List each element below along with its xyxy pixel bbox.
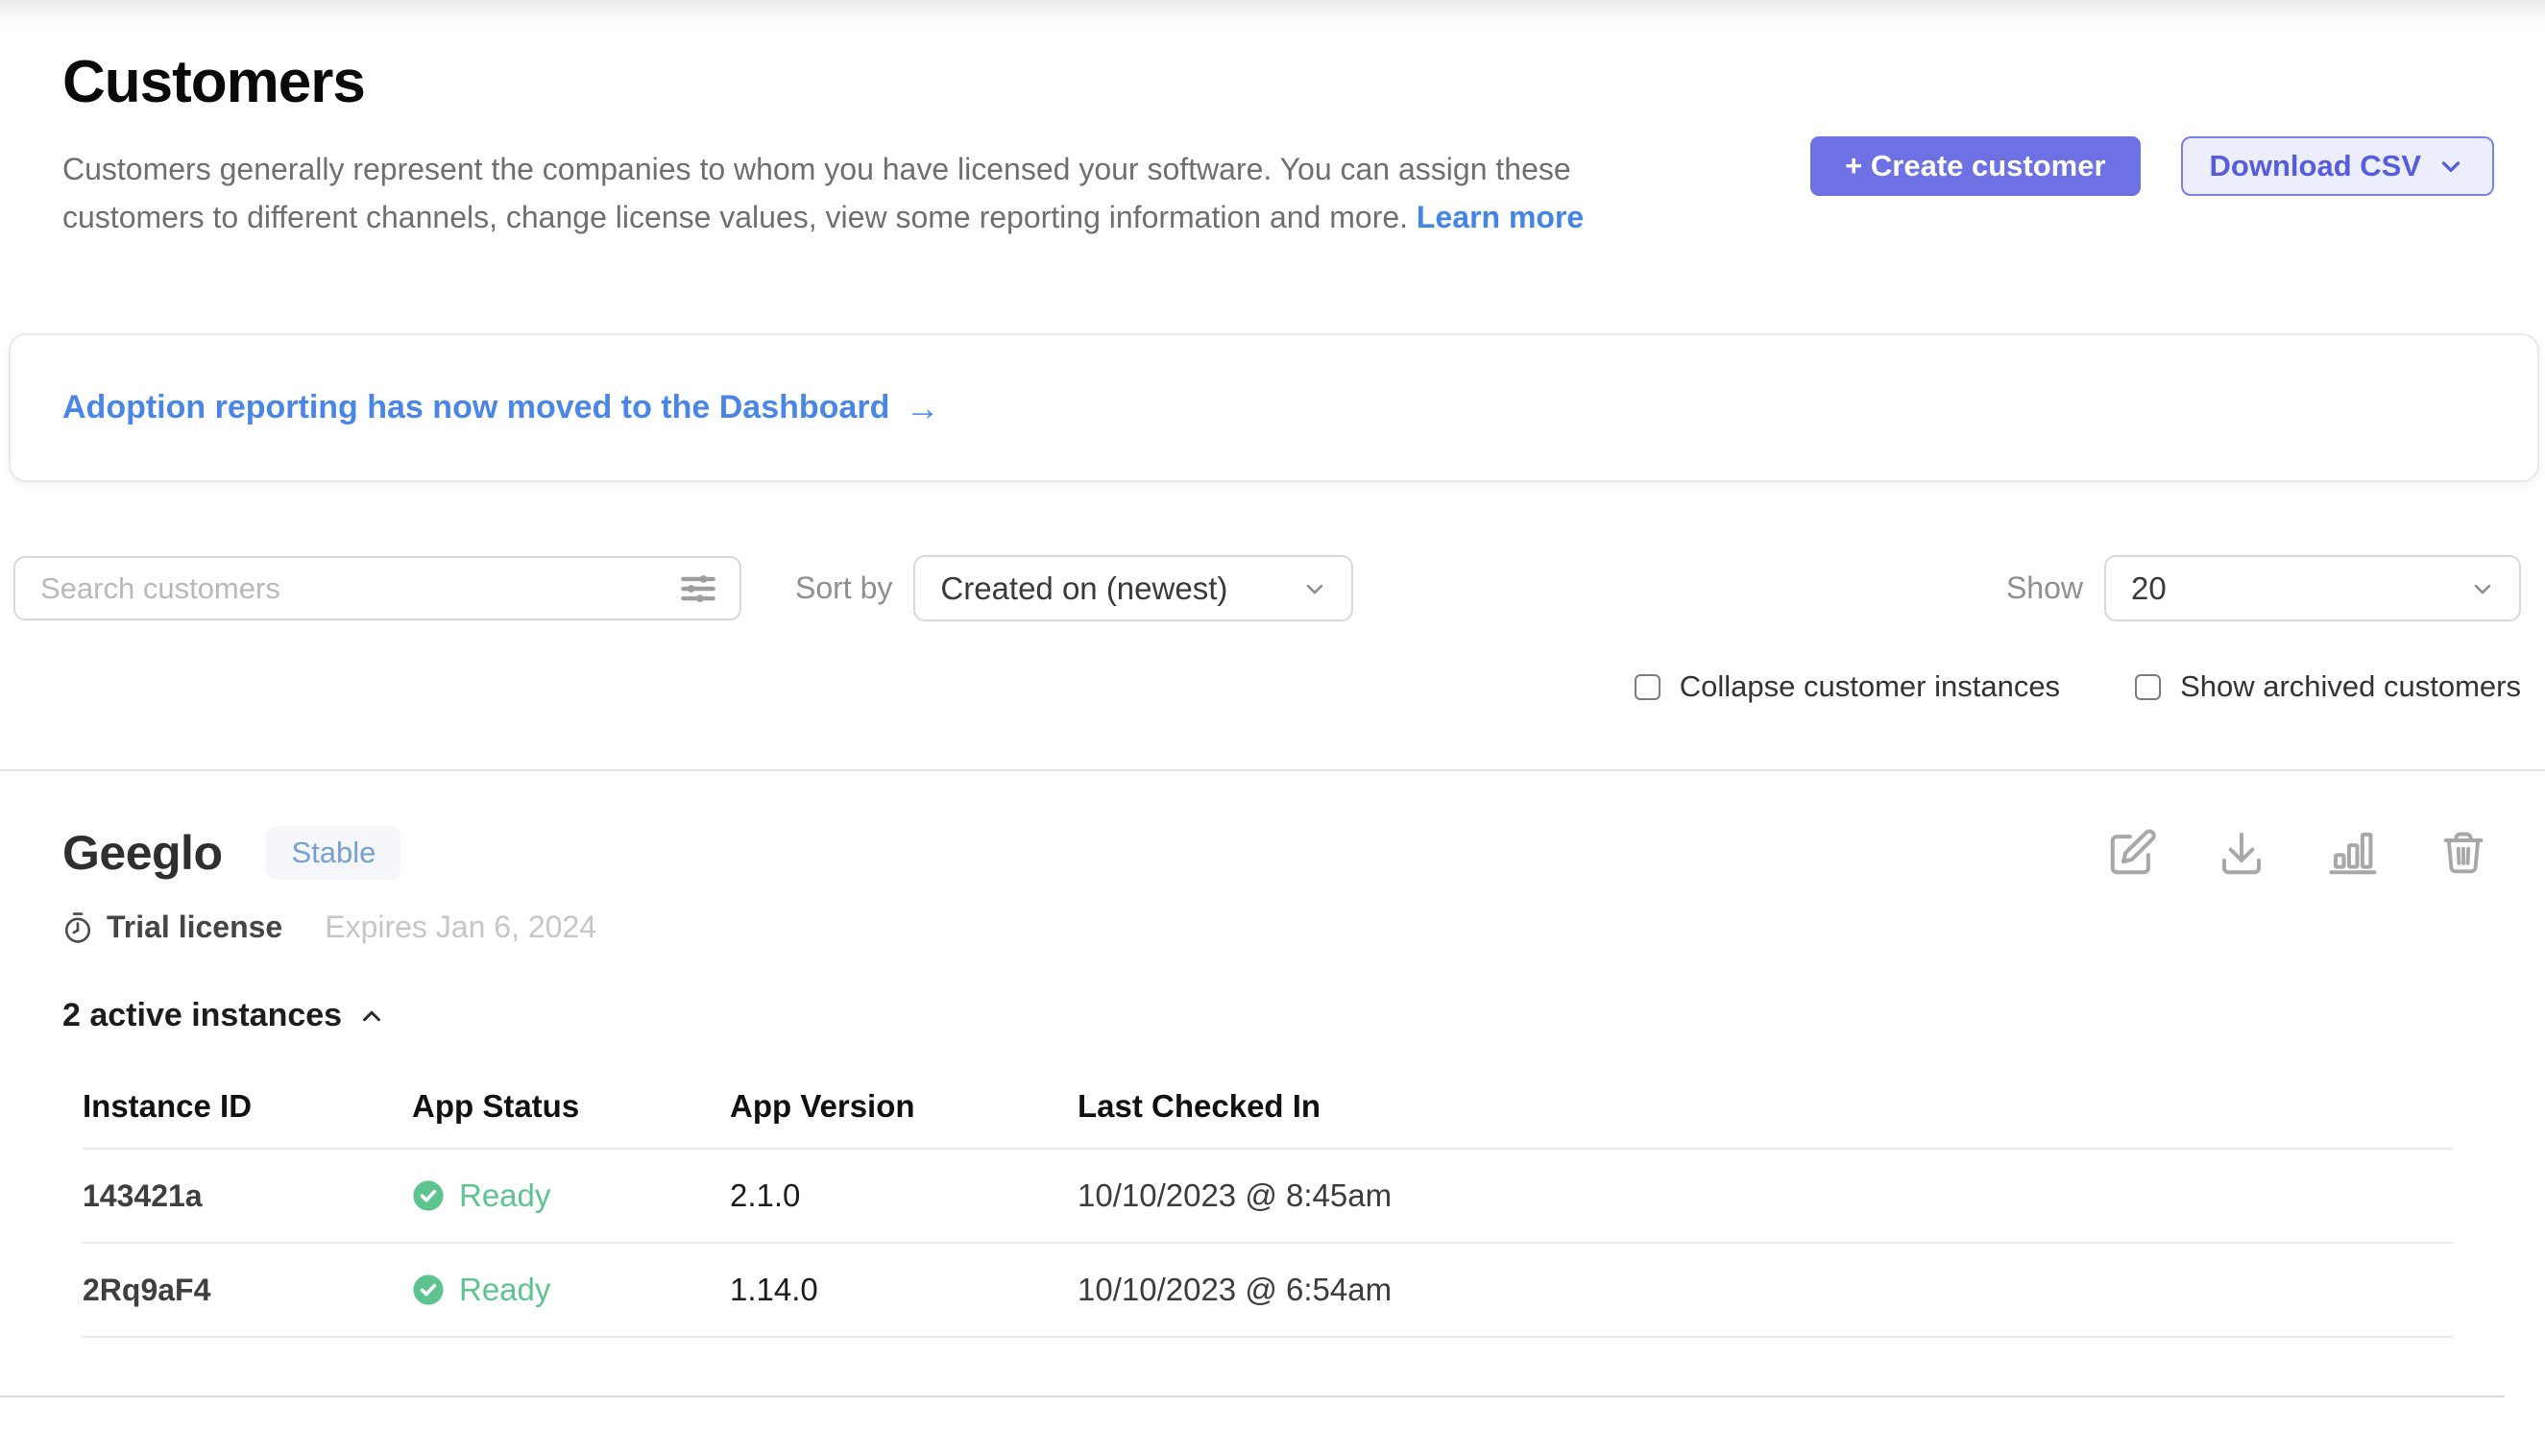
chevron-down-icon: [2469, 575, 2496, 602]
show-archived-label: Show archived customers: [2180, 669, 2521, 704]
app-status-cell: Ready: [412, 1272, 730, 1308]
customer-header: Geeglo Stable: [62, 825, 2545, 881]
filter-toolbar: Sort by Created on (newest) Show 20: [13, 555, 2521, 621]
last-checked-in-cell: 10/10/2023 @ 6:54am: [1078, 1272, 2453, 1308]
section-divider: [0, 769, 2545, 771]
col-header-app-status: App Status: [412, 1088, 730, 1125]
license-expiry: Expires Jan 6, 2024: [325, 910, 596, 945]
col-header-instance-id: Instance ID: [83, 1088, 412, 1125]
instances-toggle[interactable]: 2 active instances: [62, 997, 2545, 1034]
col-header-app-version: App Version: [730, 1088, 1078, 1125]
sort-by-label: Sort by: [795, 570, 892, 606]
stopwatch-icon: [62, 911, 93, 944]
view-options-row: Collapse customer instances Show archive…: [0, 669, 2521, 704]
instance-id-cell: 2Rq9aF4: [83, 1273, 412, 1308]
app-status-label: Ready: [459, 1177, 550, 1214]
table-row[interactable]: 143421a Ready 2.1.0 10/10/2023 @ 8:45am: [83, 1150, 2453, 1244]
last-checked-in-cell: 10/10/2023 @ 8:45am: [1078, 1177, 2453, 1214]
adoption-reporting-banner[interactable]: Adoption reporting has now moved to the …: [9, 333, 2539, 482]
show-archived-option[interactable]: Show archived customers: [2135, 669, 2521, 704]
license-type: Trial license: [107, 910, 282, 945]
channel-badge: Stable: [266, 826, 400, 880]
instance-id-cell: 143421a: [83, 1178, 412, 1214]
customer-actions: [2106, 827, 2488, 879]
search-input[interactable]: [40, 571, 676, 606]
collapse-instances-option[interactable]: Collapse customer instances: [1635, 669, 2060, 704]
customer-name[interactable]: Geeglo: [62, 825, 222, 881]
edit-icon[interactable]: [2106, 827, 2158, 879]
show-count-value: 20: [2131, 570, 2167, 607]
instances-table-header: Instance ID App Status App Version Last …: [83, 1088, 2453, 1150]
show-count-select[interactable]: 20: [2104, 555, 2521, 621]
sort-by-value: Created on (newest): [940, 570, 1227, 607]
app-status-cell: Ready: [412, 1177, 730, 1214]
search-box: [13, 556, 741, 620]
app-version-cell: 1.14.0: [730, 1272, 1078, 1308]
app-version-cell: 2.1.0: [730, 1177, 1078, 1214]
instances-table: Instance ID App Status App Version Last …: [83, 1088, 2453, 1338]
bar-chart-icon[interactable]: [2325, 827, 2381, 879]
download-icon[interactable]: [2216, 827, 2267, 879]
page-description: Customers generally represent the compan…: [62, 145, 1599, 241]
sort-by-select[interactable]: Created on (newest): [913, 555, 1353, 621]
download-csv-label: Download CSV: [2210, 149, 2421, 183]
download-csv-button[interactable]: Download CSV: [2181, 136, 2494, 196]
customer-card: Geeglo Stable Trial license Expires Jan …: [0, 825, 2545, 1338]
collapse-instances-checkbox[interactable]: [1635, 674, 1660, 700]
show-label: Show: [2006, 570, 2083, 606]
chevron-down-icon: [2436, 152, 2465, 181]
bottom-divider: [0, 1395, 2505, 1397]
instances-toggle-label: 2 active instances: [62, 997, 342, 1034]
banner-text: Adoption reporting has now moved to the …: [62, 389, 889, 426]
page-description-text: Customers generally represent the compan…: [62, 152, 1571, 234]
chevron-up-icon: [357, 1002, 386, 1031]
collapse-instances-label: Collapse customer instances: [1680, 669, 2060, 704]
header-actions: + Create customer Download CSV: [1810, 136, 2494, 196]
page-header: Customers Customers generally represent …: [0, 0, 2545, 241]
check-circle-icon: [412, 1179, 445, 1212]
app-status-label: Ready: [459, 1272, 550, 1308]
learn-more-link[interactable]: Learn more: [1417, 200, 1584, 234]
chevron-down-icon: [1301, 575, 1328, 602]
create-customer-button[interactable]: + Create customer: [1810, 136, 2140, 196]
show-archived-checkbox[interactable]: [2135, 674, 2161, 700]
trash-icon[interactable]: [2438, 827, 2488, 879]
page-title: Customers: [62, 48, 1599, 116]
col-header-last-checked-in: Last Checked In: [1078, 1088, 2453, 1125]
filter-sliders-icon[interactable]: [676, 568, 720, 610]
header-text-block: Customers Customers generally represent …: [62, 48, 1599, 241]
arrow-right-icon: →: [905, 388, 939, 428]
license-row: Trial license Expires Jan 6, 2024: [62, 910, 2545, 945]
table-row[interactable]: 2Rq9aF4 Ready 1.14.0 10/10/2023 @ 6:54am: [83, 1244, 2453, 1338]
check-circle-icon: [412, 1274, 445, 1306]
